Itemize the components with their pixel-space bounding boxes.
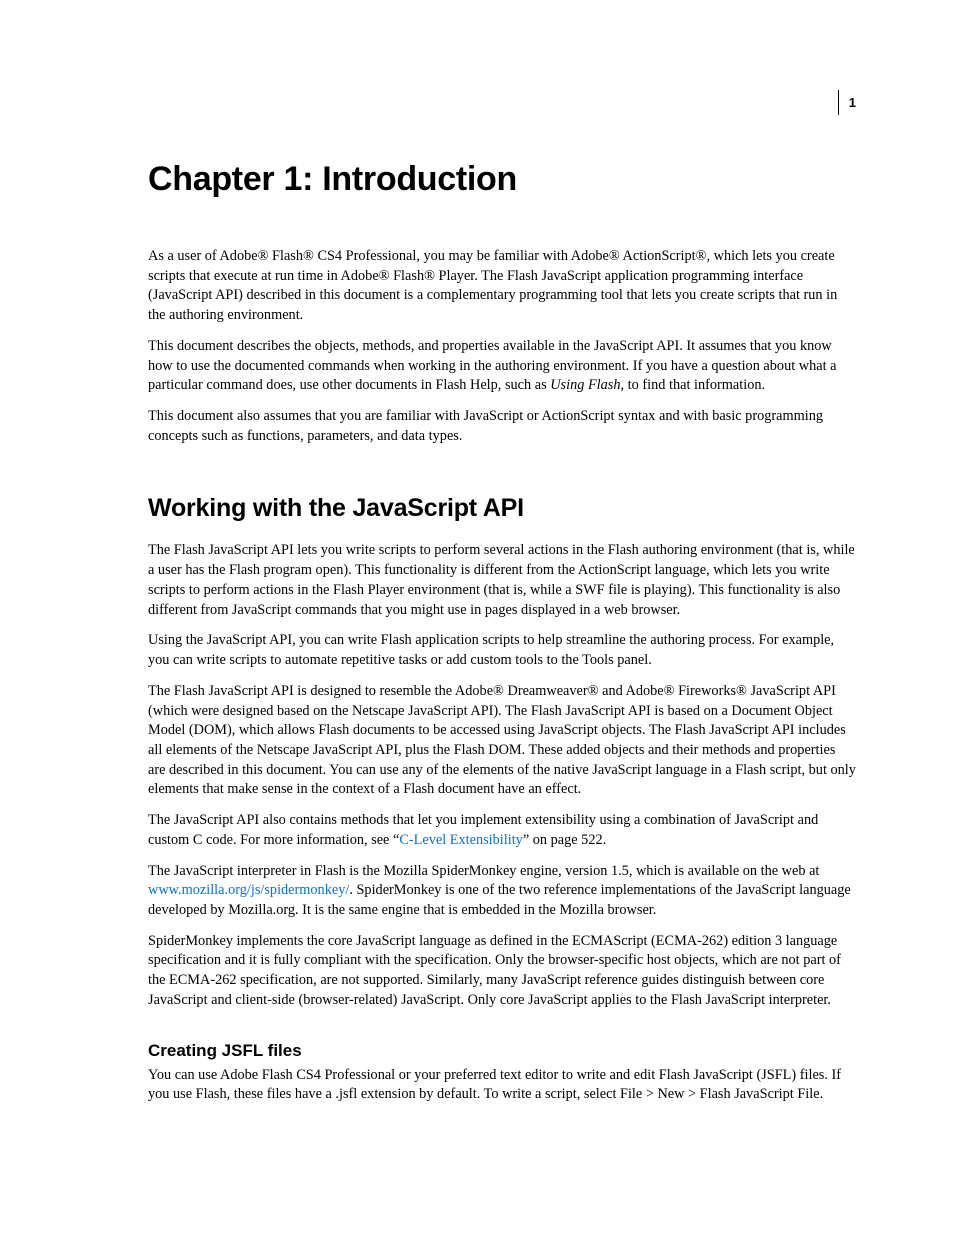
section1-paragraph-4: The JavaScript API also contains methods… (148, 811, 856, 850)
section1-paragraph-6: SpiderMonkey implements the core JavaScr… (148, 932, 856, 1011)
section1-p5-text-a: The JavaScript interpreter in Flash is t… (148, 863, 819, 879)
subsection-title-creating-jsfl: Creating JSFL files (148, 1041, 856, 1061)
chapter-title: Chapter 1: Introduction (148, 160, 856, 199)
section-title-working-with-api: Working with the JavaScript API (148, 494, 856, 523)
page-number: 1 (838, 90, 856, 115)
section1-paragraph-3: The Flash JavaScript API is designed to … (148, 682, 856, 800)
section1-paragraph-1: The Flash JavaScript API lets you write … (148, 541, 856, 620)
intro-paragraph-3: This document also assumes that you are … (148, 407, 856, 446)
intro-p2-emphasis: Using Flash (550, 377, 620, 393)
section1-paragraph-2: Using the JavaScript API, you can write … (148, 631, 856, 670)
section1-p4-text-b: ” on page 522. (523, 832, 606, 848)
intro-paragraph-1: As a user of Adobe® Flash® CS4 Professio… (148, 247, 856, 326)
link-c-level-extensibility[interactable]: C-Level Extensibility (399, 832, 523, 848)
intro-p2-text-b: , to find that information. (621, 377, 766, 393)
section1-paragraph-5: The JavaScript interpreter in Flash is t… (148, 862, 856, 921)
intro-paragraph-2: This document describes the objects, met… (148, 337, 856, 396)
document-page: 1 Chapter 1: Introduction As a user of A… (0, 0, 954, 1235)
link-spidermonkey-url[interactable]: www.mozilla.org/js/spidermonkey/ (148, 882, 349, 898)
subsection1-paragraph-1: You can use Adobe Flash CS4 Professional… (148, 1066, 856, 1105)
